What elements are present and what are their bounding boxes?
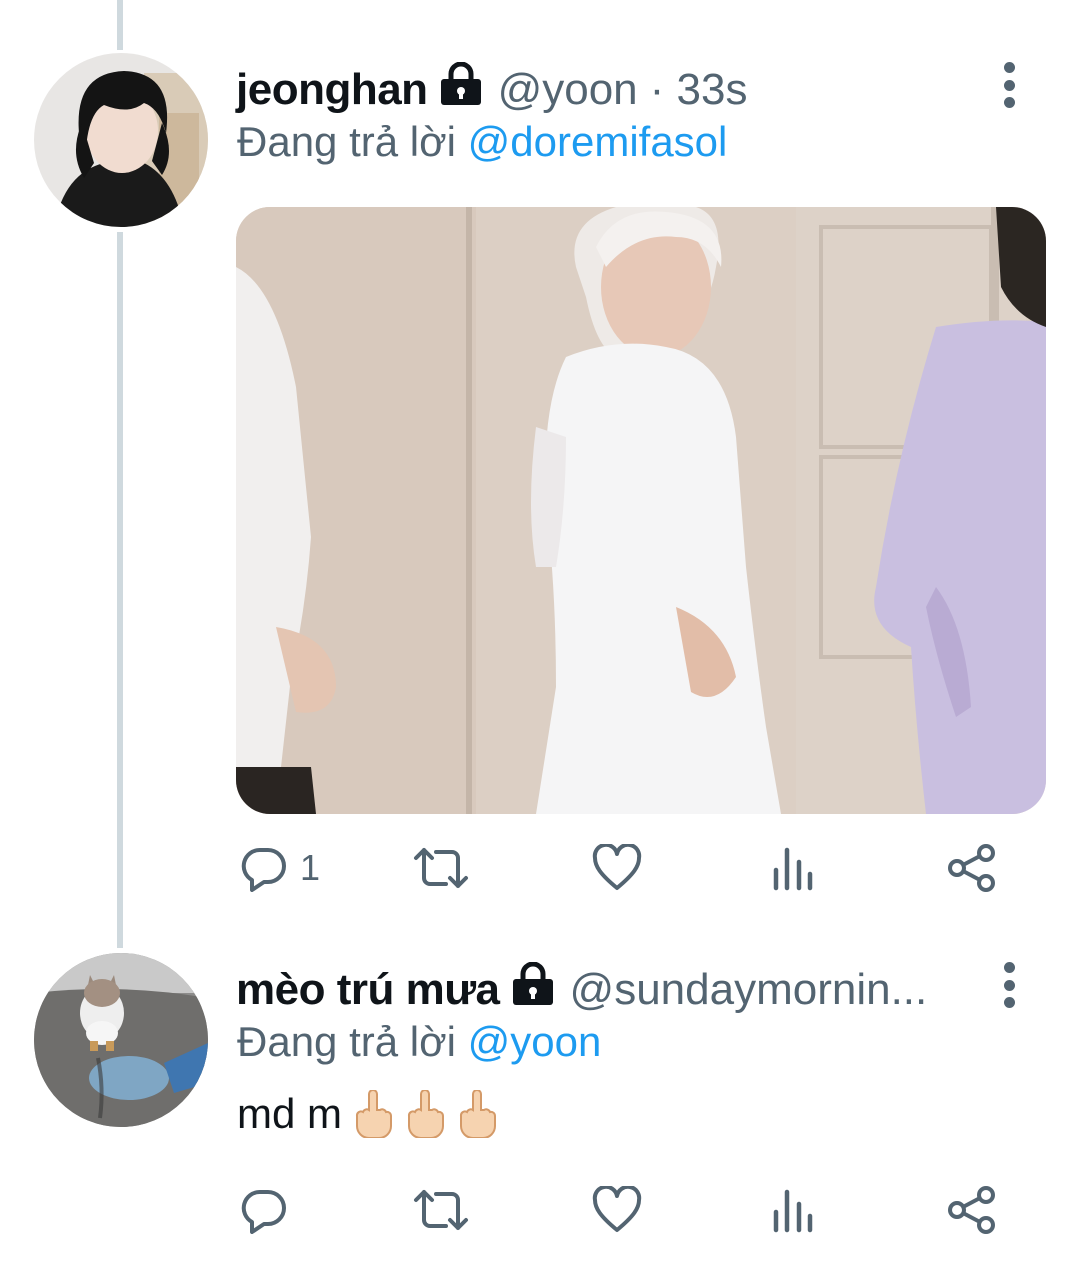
middle-finger-emoji	[407, 1090, 444, 1138]
share-button[interactable]	[946, 838, 998, 898]
like-button[interactable]	[592, 838, 642, 898]
share-icon	[946, 843, 998, 893]
tweet-text-content: md m	[237, 1090, 342, 1137]
thread-line-top	[117, 0, 123, 50]
reply-icon	[240, 844, 288, 892]
display-name[interactable]: jeonghan	[236, 64, 428, 116]
replying-to-label: Đang trả lời	[237, 1018, 456, 1065]
reply-icon	[240, 1186, 288, 1234]
mention-link[interactable]: @doremifasol	[468, 118, 728, 165]
tweet-photo[interactable]	[236, 207, 1046, 814]
retweet-button[interactable]	[412, 1180, 470, 1240]
reply-count: 1	[300, 847, 321, 888]
handle[interactable]: @yoon	[498, 64, 638, 116]
reply-button[interactable]	[240, 1180, 300, 1240]
more-icon[interactable]	[999, 962, 1019, 1008]
share-icon	[946, 1185, 998, 1235]
tweet-header: mèo trú mưa @sundaymornin...	[236, 961, 928, 1018]
tweet-actions: 1	[236, 838, 1006, 898]
lock-icon	[438, 61, 484, 118]
share-button[interactable]	[946, 1180, 998, 1240]
retweet-icon	[412, 1186, 470, 1234]
like-icon	[592, 844, 642, 892]
more-icon[interactable]	[999, 62, 1019, 108]
thread-line-middle	[117, 232, 123, 948]
views-button[interactable]	[772, 838, 814, 898]
handle[interactable]: @sundaymornin...	[570, 964, 928, 1016]
like-icon	[592, 1186, 642, 1234]
views-icon	[772, 844, 814, 892]
replying-to: Đang trả lời @yoon	[237, 1017, 601, 1067]
like-button[interactable]	[592, 1180, 642, 1240]
tweet-actions	[236, 1180, 1006, 1240]
replying-to-label: Đang trả lời	[237, 118, 456, 165]
emoji-group	[354, 1090, 498, 1138]
middle-finger-emoji	[459, 1090, 496, 1138]
lock-icon	[510, 961, 556, 1018]
display-name[interactable]: mèo trú mưa	[236, 964, 500, 1016]
views-icon	[772, 1186, 814, 1234]
middle-finger-emoji	[355, 1090, 392, 1138]
avatar[interactable]	[34, 953, 208, 1127]
tweet-text: md m	[237, 1089, 498, 1139]
reply-button[interactable]: 1	[240, 838, 320, 898]
avatar[interactable]	[34, 53, 208, 227]
retweet-button[interactable]	[412, 838, 470, 898]
replying-to: Đang trả lời @doremifasol	[237, 117, 727, 167]
views-button[interactable]	[772, 1180, 814, 1240]
tweet-header: jeonghan @yoon · 33s	[236, 61, 748, 118]
retweet-icon	[412, 844, 470, 892]
timestamp[interactable]: · 33s	[650, 64, 748, 116]
mention-link[interactable]: @yoon	[468, 1018, 602, 1065]
